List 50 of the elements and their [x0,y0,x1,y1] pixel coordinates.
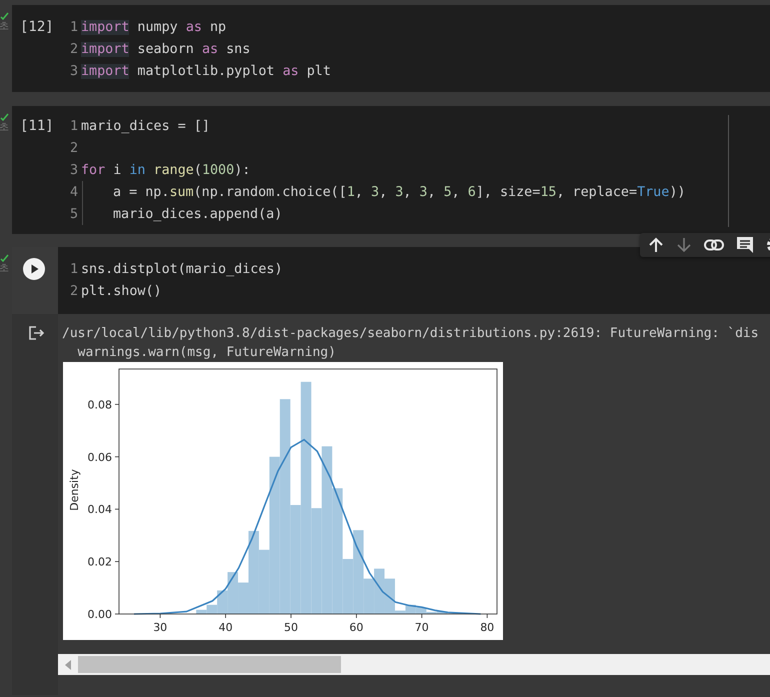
execution-count: [12] [19,18,55,37]
code-line: a = np.sum(np.random.choice([1, 3, 3, 3, 5, 6], size=15, replace=True)) [112,184,686,200]
link-icon[interactable] [704,239,724,251]
run-time: 초 [0,263,9,274]
execution-count: [11] [19,117,55,136]
run-time: 초 [0,21,9,32]
line-number: 2 [68,284,79,298]
line-number: 2 [68,42,79,56]
output-text: /usr/local/lib/python3.8/dist-packages/seaborn/distributions.py:2619: FutureWarning: `dis [61,325,760,343]
code-line: for i in range(1000): [81,162,250,178]
line-number: 3 [68,64,79,78]
code-line: import matplotlib.pyplot as plt [81,64,331,78]
line-number: 1 [68,118,79,134]
x-tick-label: 80 [480,621,494,634]
comment-icon[interactable] [736,236,754,254]
run-time: 초 [0,122,9,133]
x-tick-label: 50 [284,621,298,634]
y-tick-label: 0.00 [88,608,112,621]
line-number: 2 [68,140,79,156]
scrollbar-thumb[interactable] [78,656,341,673]
code-line: plt.show() [81,284,162,298]
move-down-icon[interactable] [676,237,692,253]
line-number: 5 [68,206,79,222]
code-line: import numpy as np [81,20,226,34]
horizontal-scrollbar[interactable] [58,654,770,675]
y-tick-label: 0.06 [88,450,112,464]
code-line: sns.distplot(mario_dices) [81,262,283,276]
y-tick-label: 0.08 [88,398,112,412]
code-cell[interactable]: [12] 1 import numpy as np 2 import seaborn as sns 3 import matplotlib.pyplot as plt [12,5,770,92]
line-number: 1 [68,262,79,276]
x-tick-label: 30 [153,621,168,634]
output-icon[interactable] [29,326,45,340]
y-tick-label: 0.04 [88,503,112,516]
move-up-icon[interactable] [648,237,664,253]
code-line: mario_dices = [] [81,118,210,134]
line-number: 4 [68,184,79,200]
y-axis-label: Density [68,469,81,511]
code-cell[interactable] [12,247,770,695]
line-number: 1 [68,20,79,34]
x-tick-label: 70 [414,621,429,634]
x-tick-label: 40 [218,621,233,634]
output-text: warnings.warn(msg, FutureWarning) [76,344,337,362]
run-button[interactable] [22,257,46,281]
y-tick-label: 0.02 [88,556,112,569]
code-line: mario_dices.append(a) [112,206,282,222]
histogram-bar [374,568,385,614]
line-number: 3 [68,162,79,178]
code-cell[interactable]: [11] 1 mario_dices = [] 2 3 for i in range(1000): 4 a = np.sum(np.random.choice([1, 3, 3, 3, 5, 6], size=15, replace=True)) 5 mario_dices.append(a) [12,106,770,234]
x-tick-label: 60 [349,621,364,634]
code-line: import seaborn as sns [81,42,250,56]
